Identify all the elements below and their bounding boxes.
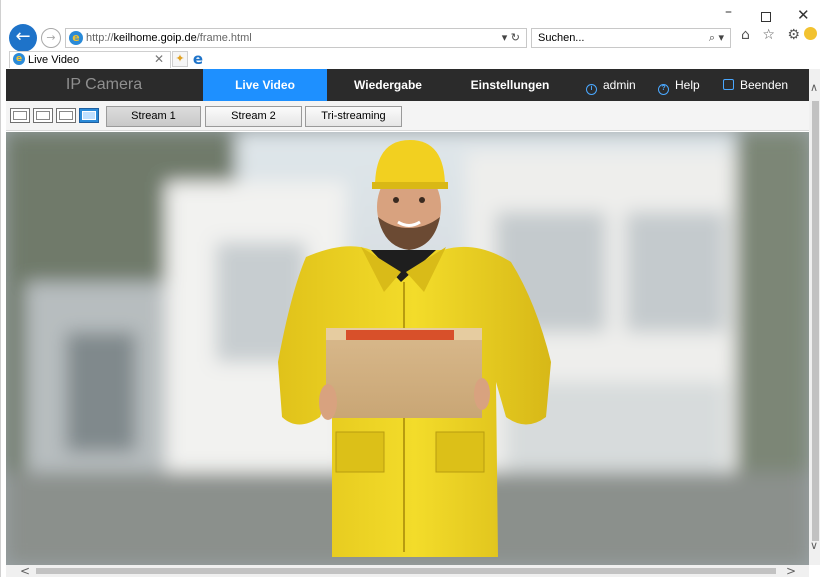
layout-1x1-icon[interactable] (10, 108, 30, 123)
maximize-button[interactable] (761, 12, 771, 22)
nav-live-video[interactable]: Live Video (203, 69, 327, 101)
address-bar[interactable]: e http://keilhome.goip.de/frame.html ▾ ↻ (65, 28, 527, 48)
nav-settings[interactable]: Einstellungen (449, 69, 571, 101)
scroll-left-icon[interactable]: < (20, 564, 30, 578)
scroll-up-icon[interactable]: ∧ (810, 81, 818, 94)
home-star-gear-icons[interactable]: ⌂ ☆ ⚙ (741, 27, 804, 43)
layout-fullscreen-icon[interactable] (79, 108, 99, 123)
back-arrow-icon[interactable]: ← (9, 24, 37, 52)
internet-explorer-icon: e (69, 31, 83, 45)
layout-3x3-icon[interactable] (56, 108, 76, 123)
horizontal-scroll-thumb[interactable] (36, 568, 776, 574)
help-icon: ? (658, 84, 669, 95)
nav-playback[interactable]: Wiedergabe (328, 69, 448, 101)
logout-link[interactable]: Beenden (723, 69, 788, 101)
user-menu[interactable]: i admin (586, 69, 636, 101)
url-host: keilhome.goip.de (113, 32, 197, 44)
browser-window: – ✕ ← → e http://keilhome.goip.de/frame.… (0, 0, 820, 578)
vertical-scroll-thumb[interactable] (812, 101, 819, 541)
logout-icon (723, 79, 734, 90)
stream-2-button[interactable]: Stream 2 (205, 106, 302, 127)
stream-1-button[interactable]: Stream 1 (106, 106, 201, 127)
user-name: admin (603, 78, 636, 92)
help-label: Help (675, 78, 700, 92)
scroll-right-icon[interactable]: > (786, 564, 796, 578)
url-text: http://keilhome.goip.de/frame.html (86, 32, 252, 44)
new-tab-button[interactable]: ✦ (172, 51, 188, 67)
stream-toolbar: Stream 1 Stream 2 Tri-streaming (6, 101, 809, 131)
search-placeholder: Suchen... (538, 32, 585, 44)
tri-streaming-button[interactable]: Tri-streaming (305, 106, 402, 127)
tab-title: Live Video (28, 54, 80, 66)
tab-live-video[interactable]: e Live Video ✕ (9, 51, 171, 68)
layout-2x2-icon[interactable] (33, 108, 53, 123)
close-button[interactable]: ✕ (797, 6, 810, 24)
refresh-icon[interactable]: ▾ ↻ (502, 31, 520, 44)
url-path: /frame.html (196, 32, 252, 44)
minimize-button[interactable]: – (725, 4, 732, 20)
toolbar-icons[interactable]: ⌂ ☆ ⚙ (741, 27, 817, 43)
vertical-scrollbar[interactable]: ∧ ∨ (809, 69, 820, 565)
forward-arrow-icon[interactable]: → (41, 28, 61, 48)
live-video-feed[interactable] (6, 132, 809, 565)
brand-logo: IP Camera (65, 76, 143, 93)
search-box[interactable]: Suchen... ⌕ ▾ (531, 28, 731, 48)
horizontal-scrollbar[interactable]: < > (6, 564, 809, 578)
logout-label: Beenden (740, 78, 789, 92)
edge-icon[interactable]: e (190, 51, 206, 67)
help-link[interactable]: ? Help (658, 69, 700, 101)
camera-nav-bar: IP Camera Live Video Wiedergabe Einstell… (6, 69, 809, 101)
tab-favicon-icon: e (13, 53, 25, 65)
user-icon: i (586, 84, 597, 95)
url-prefix: http:// (86, 32, 114, 44)
tab-close-icon[interactable]: ✕ (154, 52, 164, 66)
search-icon[interactable]: ⌕ ▾ (709, 31, 724, 45)
smiley-icon[interactable] (803, 27, 817, 40)
camera-image (6, 132, 809, 565)
scroll-down-icon[interactable]: ∨ (810, 539, 818, 552)
